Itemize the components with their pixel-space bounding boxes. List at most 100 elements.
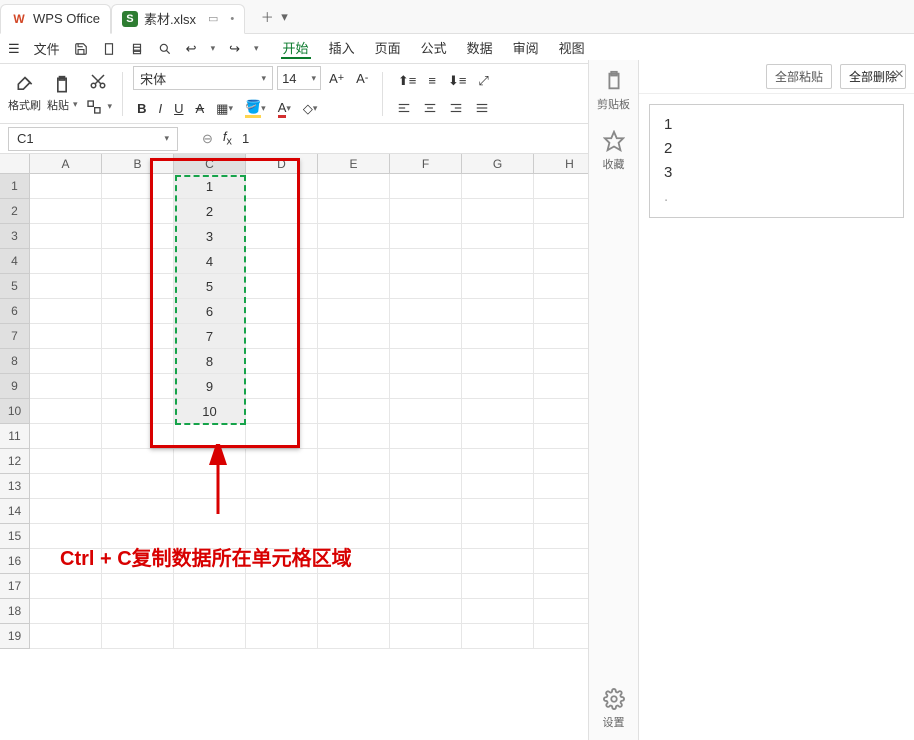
cell[interactable] — [246, 324, 318, 349]
cell[interactable] — [462, 624, 534, 649]
cell[interactable] — [390, 474, 462, 499]
shape-icon[interactable] — [84, 97, 104, 117]
cell[interactable] — [318, 374, 390, 399]
ribbon-tab-page[interactable]: 页面 — [373, 38, 403, 59]
cell[interactable] — [462, 249, 534, 274]
col-header[interactable]: F — [390, 154, 462, 173]
cell[interactable] — [174, 574, 246, 599]
cell[interactable] — [102, 224, 174, 249]
close-icon[interactable]: × — [895, 66, 904, 84]
shape-chevron-icon[interactable]: ▾ — [108, 101, 113, 112]
cell[interactable] — [390, 349, 462, 374]
tab-menu-chevron-icon[interactable]: ▾ — [281, 9, 295, 25]
cell[interactable] — [462, 349, 534, 374]
italic-button[interactable]: I — [154, 98, 166, 119]
find-icon[interactable] — [158, 42, 172, 56]
cell[interactable] — [246, 274, 318, 299]
row-header[interactable]: 12 — [0, 449, 30, 474]
cut-icon[interactable] — [88, 71, 108, 91]
orientation-icon[interactable]: ⤢ — [474, 70, 492, 92]
row-header[interactable]: 8 — [0, 349, 30, 374]
cell[interactable] — [246, 374, 318, 399]
cell[interactable] — [462, 224, 534, 249]
cell[interactable] — [318, 424, 390, 449]
row-header[interactable]: 18 — [0, 599, 30, 624]
cell[interactable] — [30, 624, 102, 649]
print-preview-icon[interactable] — [102, 42, 116, 56]
cell[interactable] — [462, 274, 534, 299]
cell[interactable] — [102, 349, 174, 374]
cell[interactable] — [102, 599, 174, 624]
cell[interactable] — [390, 599, 462, 624]
ribbon-tab-start[interactable]: 开始 — [281, 38, 311, 59]
cell[interactable]: 4 — [174, 249, 246, 274]
ribbon-tab-view[interactable]: 视图 — [557, 38, 587, 59]
cell[interactable] — [246, 224, 318, 249]
cell[interactable] — [102, 174, 174, 199]
cell[interactable] — [390, 499, 462, 524]
cell[interactable] — [318, 324, 390, 349]
cell[interactable] — [462, 174, 534, 199]
increase-font-icon[interactable]: A+ — [325, 68, 348, 89]
cell[interactable] — [390, 399, 462, 424]
file-tab[interactable]: S 素材.xlsx ▭ • — [111, 4, 245, 34]
font-size-select[interactable]: 14▾ — [277, 66, 321, 90]
row-header[interactable]: 1 — [0, 174, 30, 199]
cell[interactable] — [462, 499, 534, 524]
cell[interactable] — [30, 274, 102, 299]
align-justify-icon[interactable] — [471, 98, 493, 118]
cell[interactable]: 1 — [174, 174, 246, 199]
col-header[interactable]: G — [462, 154, 534, 173]
cell[interactable] — [30, 399, 102, 424]
cell[interactable] — [174, 424, 246, 449]
cell[interactable] — [462, 299, 534, 324]
cell[interactable] — [102, 499, 174, 524]
cell[interactable] — [390, 299, 462, 324]
ribbon-tab-review[interactable]: 审阅 — [511, 38, 541, 59]
cell[interactable] — [462, 399, 534, 424]
cell[interactable]: 7 — [174, 324, 246, 349]
cell[interactable] — [246, 424, 318, 449]
cell[interactable] — [30, 599, 102, 624]
redo-menu-chevron-icon[interactable]: ▾ — [254, 43, 259, 54]
cell[interactable] — [462, 424, 534, 449]
cell[interactable]: 6 — [174, 299, 246, 324]
cell[interactable] — [30, 299, 102, 324]
cell[interactable] — [390, 174, 462, 199]
row-header[interactable]: 11 — [0, 424, 30, 449]
fill-color-button[interactable]: 🪣▾ — [241, 96, 270, 121]
cell[interactable] — [246, 174, 318, 199]
row-header[interactable]: 3 — [0, 224, 30, 249]
cell[interactable] — [246, 399, 318, 424]
cell[interactable] — [318, 499, 390, 524]
row-header[interactable]: 13 — [0, 474, 30, 499]
formula-input[interactable]: 1 — [242, 131, 502, 146]
cell[interactable] — [30, 174, 102, 199]
name-box[interactable]: C1 ▾ — [8, 127, 178, 151]
cell[interactable] — [246, 574, 318, 599]
cell[interactable] — [462, 449, 534, 474]
row-header[interactable]: 2 — [0, 199, 30, 224]
new-tab-button[interactable]: ＋ — [257, 7, 277, 27]
cell[interactable] — [30, 474, 102, 499]
cell[interactable] — [318, 349, 390, 374]
redo-icon[interactable]: ↪ — [229, 41, 240, 57]
cell[interactable] — [462, 374, 534, 399]
cell[interactable] — [318, 249, 390, 274]
cell[interactable]: 8 — [174, 349, 246, 374]
ribbon-tab-data[interactable]: 数据 — [465, 38, 495, 59]
row-header[interactable]: 5 — [0, 274, 30, 299]
app-tab[interactable]: W WPS Office — [0, 4, 111, 34]
cell[interactable] — [30, 424, 102, 449]
bold-button[interactable]: B — [133, 98, 150, 119]
cell[interactable] — [246, 474, 318, 499]
cell[interactable] — [390, 524, 462, 549]
cell[interactable] — [462, 524, 534, 549]
cell[interactable] — [462, 599, 534, 624]
clipboard-item[interactable]: 1 2 3 . — [649, 104, 904, 218]
paste-chevron-icon[interactable]: ▾ — [73, 99, 78, 110]
cell[interactable]: 10 — [174, 399, 246, 424]
col-header[interactable]: B — [102, 154, 174, 173]
cell[interactable] — [390, 324, 462, 349]
print-icon[interactable] — [130, 42, 144, 56]
